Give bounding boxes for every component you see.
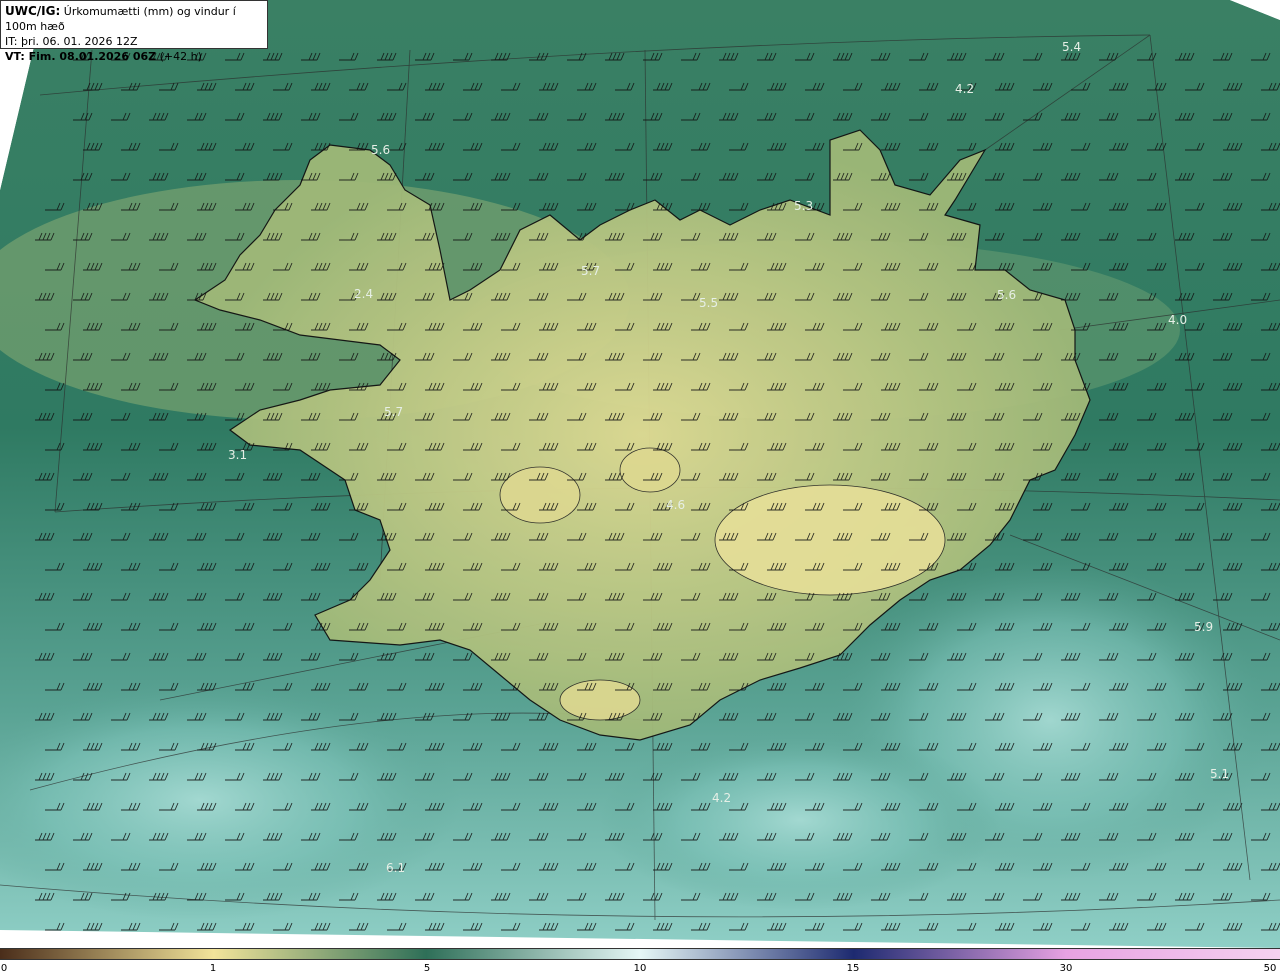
- color-legend: 0 1 5 10 15 30 50: [0, 948, 1280, 978]
- value-label: 3.1: [228, 448, 247, 462]
- value-label: 5.7: [384, 405, 403, 419]
- glacier-langjokull: [499, 466, 581, 524]
- value-label: 5.5: [699, 296, 718, 310]
- value-label: 2.4: [354, 287, 373, 301]
- value-label: 5.4: [1062, 40, 1081, 54]
- value-label: 5.6: [371, 143, 390, 157]
- legend-tick-1: 1: [209, 963, 217, 974]
- value-label: 5.7: [581, 264, 600, 278]
- legend-tick-15: 15: [846, 963, 860, 974]
- precipitation-map: 5.4 4.2 5.6 5.3 5.7 5.5 5.6 2.4 4.0 5.7 …: [0, 0, 1280, 948]
- value-label: 5.6: [997, 288, 1016, 302]
- value-label: 4.2: [712, 791, 731, 805]
- legend-tick-0: 0: [0, 963, 8, 974]
- legend-tick-50: 50: [1263, 963, 1277, 974]
- legend-tick-30: 30: [1059, 963, 1073, 974]
- value-label: 6.1: [386, 861, 405, 875]
- value-label: 4.6: [666, 498, 685, 512]
- value-label: 5.9: [1194, 620, 1213, 634]
- map-title: UWC/IG: Úrkomumætti (mm) og vindur í 100…: [5, 4, 236, 33]
- legend-color-bar: [0, 948, 1280, 960]
- value-label: 4.2: [955, 82, 974, 96]
- swirl-area: [600, 730, 1000, 910]
- legend-tick-10: 10: [633, 963, 647, 974]
- value-label: 5.1: [1210, 767, 1229, 781]
- valid-time: VT: Fim. 08.01.2026 06Z (+42 h): [5, 50, 202, 63]
- map-title-box: UWC/IG: Úrkomumætti (mm) og vindur í 100…: [0, 0, 268, 63]
- value-label: 5.3: [794, 199, 813, 213]
- glacier-myrdalsjokull: [559, 679, 641, 721]
- glacier-hofsjokull: [619, 447, 681, 493]
- value-label: 4.0: [1168, 313, 1187, 327]
- issue-time: IT: þri. 06. 01. 2026 12Z: [5, 35, 138, 48]
- legend-tick-5: 5: [423, 963, 431, 974]
